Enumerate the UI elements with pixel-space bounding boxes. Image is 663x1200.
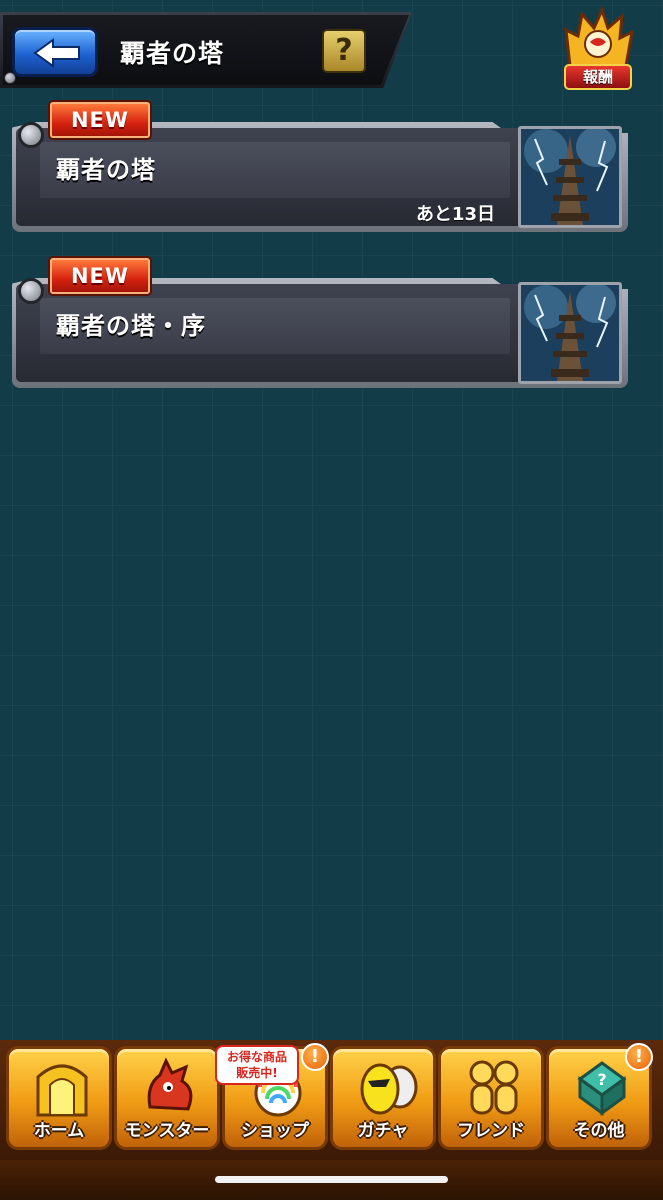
tower-thumbnail [518,126,622,228]
nav-friend[interactable]: フレンド [438,1046,544,1150]
tower-thumbnail [518,282,622,384]
rivet-icon [18,122,44,148]
quest-title: 覇者の塔・序 [56,312,206,340]
gacha-egg-icon [360,1063,418,1115]
header-bar: 覇者の塔 ? [0,12,412,88]
nav-home[interactable]: ホーム [6,1046,112,1150]
nav-gacha-label: ガチャ [357,1121,409,1141]
home-gate-icon [36,1064,88,1117]
nav-home-label: ホーム [33,1121,85,1141]
new-badge: NEW [50,102,150,138]
back-button[interactable] [12,27,98,77]
other-alert-icon: ! [625,1043,653,1071]
shop-alert-icon: ! [301,1043,329,1071]
shop-promo-line1: お得な商品 [226,1050,287,1064]
tower-icon [521,129,619,225]
help-button[interactable]: ? [322,29,366,73]
bottom-navigation: ホーム モンスター お得な商品 販売中! ! ショップ ガチャ フレンド ? !… [0,1040,663,1160]
nav-friend-label: フレンド [457,1121,525,1141]
page-title: 覇者の塔 [120,39,225,68]
svg-text:?: ? [597,1070,606,1089]
dragon-crest-icon [564,6,634,68]
nav-gacha[interactable]: ガチャ [330,1046,436,1150]
quest-remaining-days: あと13日 [415,204,495,225]
shop-promo-badge: お得な商品 販売中! [215,1045,299,1085]
quest-item-haja-no-tou[interactable]: NEW 覇者の塔 あと13日 [10,102,629,236]
dragon-monster-icon [147,1057,193,1111]
quest-title: 覇者の塔 [56,156,156,184]
nav-other-label: その他 [573,1121,625,1141]
nav-shop[interactable]: お得な商品 販売中! ! ショップ [215,1043,329,1150]
reward-label: 報酬 [564,64,632,90]
friends-icon [469,1060,519,1115]
home-indicator[interactable] [215,1176,448,1183]
new-badge: NEW [50,258,150,294]
nav-monster-label: モンスター [124,1121,210,1141]
rivet-icon [18,278,44,304]
quest-item-haja-no-tou-jo[interactable]: NEW 覇者の塔・序 [10,258,629,392]
tower-icon [521,285,619,381]
shop-promo-line2: 販売中! [236,1066,278,1080]
reward-button[interactable]: 報酬 [560,6,636,90]
nav-monster[interactable]: モンスター [114,1046,220,1150]
nav-shop-label: ショップ [241,1121,309,1141]
back-arrow-icon [33,38,80,68]
question-box-icon: ? [577,1061,627,1116]
nav-other[interactable]: ? ! その他 [546,1043,653,1150]
